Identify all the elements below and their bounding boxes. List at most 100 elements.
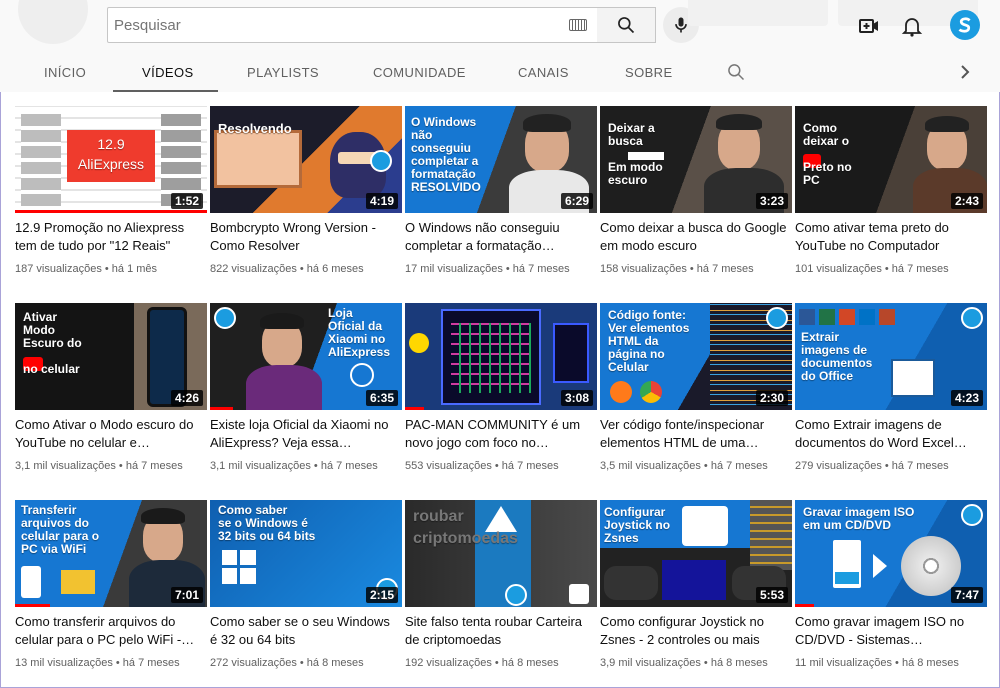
thumbnail-text: Transferir arquivos do celular para o PC…: [21, 503, 100, 556]
tab-inicio[interactable]: INÍCIO: [44, 65, 86, 80]
video-thumbnail[interactable]: 12.9 AliExpress 1:52: [15, 106, 207, 213]
video-meta: 3,9 mil visualizações • há 8 meses: [600, 657, 768, 669]
video-title[interactable]: Ver código fonte/inspecionar elementos H…: [600, 416, 790, 452]
channel-avatar[interactable]: [950, 10, 980, 40]
video-meta: 3,5 mil visualizações • há 7 meses: [600, 460, 768, 472]
video-duration: 3:23: [755, 193, 788, 209]
video-thumbnail[interactable]: Código fonte: Ver elementos HTML da pági…: [600, 303, 792, 410]
thumbnail-text: Como deixar o Preto no PC: [803, 121, 852, 187]
video-title[interactable]: Como gravar imagem ISO no CD/DVD - Siste…: [795, 613, 985, 649]
video-meta: 101 visualizações • há 7 meses: [795, 263, 949, 275]
thumbnail-text: Ativar Modo Escuro do no celular: [23, 310, 82, 376]
video-title[interactable]: Como Ativar o Modo escuro do YouTube no …: [15, 416, 205, 452]
video-thumbnail[interactable]: Configurar Joystick no Zsnes 5:53: [600, 500, 792, 607]
thumbnail-text: Extrair imagens de documentos do Office: [801, 330, 873, 383]
thumbnail-text: Gravar imagem ISO em um CD/DVD: [803, 505, 915, 532]
video-title[interactable]: 12.9 Promoção no Aliexpress tem de tudo …: [15, 219, 205, 255]
video-thumbnail[interactable]: Loja Oficial da Xiaomi no AliExpress 6:3…: [210, 303, 402, 410]
video-duration: 2:30: [755, 390, 788, 406]
video-duration: 4:23: [950, 390, 983, 406]
watch-progress: [210, 407, 234, 410]
video-thumbnail[interactable]: roubar criptomoedas: [405, 500, 597, 607]
video-meta: 187 visualizações • há 1 mês: [15, 263, 158, 275]
video-meta: 17 mil visualizações • há 7 meses: [405, 263, 570, 275]
video-duration: 7:01: [170, 587, 203, 603]
video-meta: 3,1 mil visualizações • há 7 meses: [15, 460, 183, 472]
video-title[interactable]: Como Extrair imagens de documentos do Wo…: [795, 416, 985, 452]
video-title[interactable]: Como configurar Joystick no Zsnes - 2 co…: [600, 613, 790, 649]
video-duration: 6:29: [560, 193, 593, 209]
watch-progress: [15, 604, 50, 607]
thumbnail-text: Como saber se o Windows é 32 bits ou 64 …: [218, 503, 316, 543]
thumbnail-text: Deixar a busca Em modo escuro: [608, 121, 663, 187]
video-title[interactable]: O Windows não conseguiu completar a form…: [405, 219, 595, 255]
tab-sobre[interactable]: SOBRE: [625, 65, 673, 80]
video-title[interactable]: Bombcrypto Wrong Version - Como Resolver: [210, 219, 400, 255]
channel-logo-icon: [766, 307, 788, 329]
video-title[interactable]: Como saber se o seu Windows é 32 ou 64 b…: [210, 613, 400, 649]
channel-logo-icon: [370, 150, 392, 172]
video-thumbnail[interactable]: Como deixar o Preto no PC 2:43: [795, 106, 987, 213]
masthead: [0, 0, 1000, 52]
tab-canais[interactable]: CANAIS: [518, 65, 569, 80]
thumbnail-text: 12.9 AliExpress: [77, 136, 145, 172]
watch-progress: [15, 210, 207, 213]
channel-search-icon[interactable]: [726, 62, 746, 82]
video-meta: 822 visualizações • há 6 meses: [210, 263, 364, 275]
watch-progress: [795, 604, 815, 607]
video-meta: 553 visualizações • há 7 meses: [405, 460, 559, 472]
video-thumbnail[interactable]: 3:08: [405, 303, 597, 410]
video-meta: 11 mil visualizações • há 8 meses: [795, 657, 959, 669]
search-button[interactable]: [597, 7, 656, 43]
s-logo-icon: [958, 17, 971, 33]
create-video-icon[interactable]: [857, 14, 881, 38]
video-meta: 279 visualizações • há 7 meses: [795, 460, 949, 472]
video-meta: 192 visualizações • há 8 meses: [405, 657, 559, 669]
video-title[interactable]: Como ativar tema preto do YouTube no Com…: [795, 219, 985, 255]
tab-playlists[interactable]: PLAYLISTS: [247, 65, 319, 80]
video-thumbnail[interactable]: Resolvendo 4:19: [210, 106, 402, 213]
video-thumbnail[interactable]: Extrair imagens de documentos do Office …: [795, 303, 987, 410]
video-meta: 158 visualizações • há 7 meses: [600, 263, 754, 275]
video-duration: 3:08: [560, 390, 593, 406]
video-thumbnail[interactable]: Transferir arquivos do celular para o PC…: [15, 500, 207, 607]
thumbnail-text: Loja Oficial da Xiaomi no AliExpress: [328, 306, 391, 359]
video-duration: 7:47: [950, 587, 983, 603]
video-duration: 5:53: [755, 587, 788, 603]
tab-videos[interactable]: VÍDEOS: [142, 65, 194, 80]
channel-tabs: INÍCIO VÍDEOS PLAYLISTS COMUNIDADE CANAI…: [0, 52, 1000, 92]
active-tab-indicator: [113, 90, 218, 92]
thumbnail-text: roubar criptomoedas: [413, 508, 518, 547]
channel-logo-icon: [505, 584, 527, 606]
video-title[interactable]: Como deixar a busca do Google em modo es…: [600, 219, 790, 255]
thumbnail-text: Resolvendo: [218, 121, 292, 136]
thumbnail-text: Código fonte: Ver elementos HTML da pági…: [608, 308, 690, 374]
video-duration: 4:26: [170, 390, 203, 406]
video-duration: 6:35: [365, 390, 398, 406]
video-title[interactable]: Existe loja Oficial da Xiaomi no AliExpr…: [210, 416, 400, 452]
video-duration: 1:52: [170, 193, 203, 209]
bell-icon[interactable]: [900, 14, 924, 38]
keyboard-icon[interactable]: [569, 19, 587, 31]
video-thumbnail[interactable]: O Windows não conseguiu completar a form…: [405, 106, 597, 213]
video-thumbnail[interactable]: Gravar imagem ISO em um CD/DVD 7:47: [795, 500, 987, 607]
video-thumbnail[interactable]: Deixar a busca Em modo escuro 3:23: [600, 106, 792, 213]
video-duration: 4:19: [365, 193, 398, 209]
thumbnail-text: O Windows não conseguiu completar a form…: [411, 115, 481, 194]
video-title[interactable]: Como transferir arquivos do celular para…: [15, 613, 205, 649]
channel-logo-icon: [961, 307, 983, 329]
tab-comunidade[interactable]: COMUNIDADE: [373, 65, 466, 80]
search-box[interactable]: [107, 7, 598, 43]
channel-logo-icon: [214, 307, 236, 329]
channel-logo[interactable]: [18, 0, 88, 44]
search-input[interactable]: [114, 14, 544, 36]
watch-progress: [405, 407, 425, 410]
video-thumbnail[interactable]: Ativar Modo Escuro do no celular 4:26: [15, 303, 207, 410]
thumbnail-text: Configurar Joystick no Zsnes: [604, 505, 671, 545]
channel-logo-icon: [961, 504, 983, 526]
video-thumbnail[interactable]: Como saber se o Windows é 32 bits ou 64 …: [210, 500, 402, 607]
video-title[interactable]: PAC-MAN COMMUNITY é um novo jogo com foc…: [405, 416, 595, 452]
video-title[interactable]: Site falso tenta roubar Carteira de crip…: [405, 613, 595, 649]
chevron-right-icon[interactable]: [957, 64, 973, 80]
video-meta: 13 mil visualizações • há 7 meses: [15, 657, 180, 669]
